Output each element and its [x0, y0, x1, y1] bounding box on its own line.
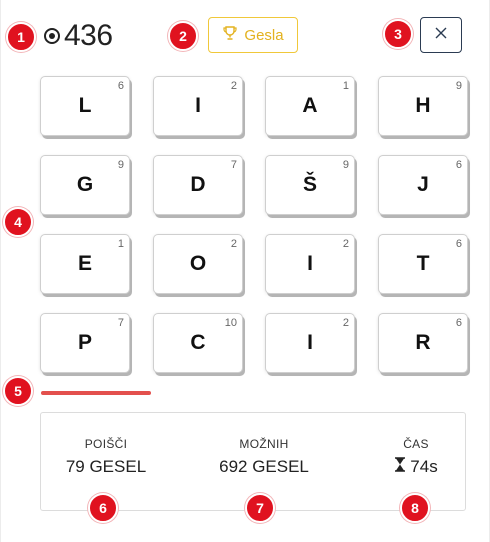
- callout-marker: 8: [400, 493, 430, 523]
- found-value: 79 GESEL: [65, 457, 147, 476]
- letter-tile[interactable]: O2: [154, 235, 242, 293]
- close-button[interactable]: [420, 17, 462, 53]
- tile-points: 2: [230, 238, 237, 250]
- letter-tile[interactable]: T6: [379, 235, 467, 293]
- tile-points: 6: [455, 238, 462, 250]
- letter-tile[interactable]: I2: [154, 77, 242, 135]
- letter-tile[interactable]: R6: [379, 314, 467, 372]
- trophy-icon: [222, 25, 238, 45]
- tile-points: 2: [230, 80, 237, 92]
- tile-letter: O: [189, 252, 207, 275]
- callout-marker: 6: [88, 493, 118, 523]
- tile-points: 6: [455, 159, 462, 171]
- tile-points: 2: [342, 317, 349, 329]
- time-stat: ČAS 74s: [381, 437, 451, 477]
- tile-letter: G: [76, 173, 94, 196]
- letter-tile[interactable]: Š9: [266, 156, 354, 214]
- callout-marker: 5: [3, 376, 33, 406]
- tile-points: 7: [117, 317, 124, 329]
- tile-points: 7: [230, 159, 237, 171]
- tile-letter: H: [415, 94, 431, 117]
- score-display: 436: [44, 17, 113, 55]
- tile-letter: A: [302, 94, 318, 117]
- time-value: 74s: [410, 457, 438, 476]
- letter-tile[interactable]: L6: [41, 77, 129, 135]
- time-remaining-bar: [41, 391, 151, 395]
- hourglass-icon: [394, 457, 406, 477]
- time-label: ČAS: [403, 437, 429, 451]
- words-button[interactable]: Gesla: [208, 17, 298, 53]
- letter-tile[interactable]: I2: [266, 314, 354, 372]
- score-value: 436: [64, 19, 113, 52]
- tile-letter: R: [415, 331, 431, 354]
- tile-points: 10: [224, 317, 237, 329]
- letter-tile[interactable]: D7: [154, 156, 242, 214]
- tile-letter: D: [190, 173, 206, 196]
- tile-letter: E: [77, 252, 92, 275]
- close-icon: [434, 26, 448, 45]
- tile-letter: Š: [302, 173, 317, 196]
- letter-tile[interactable]: C 10: [154, 314, 242, 372]
- tile-letter: I: [307, 252, 313, 275]
- tile-points: 9: [342, 159, 349, 171]
- possible-value: 692 GESEL: [219, 457, 309, 476]
- callout-marker: 3: [383, 19, 413, 49]
- letter-tile[interactable]: H9: [379, 77, 467, 135]
- target-icon: [44, 28, 60, 44]
- tile-points: 6: [117, 80, 124, 92]
- possible-label: MOŽNIH: [239, 437, 289, 451]
- callout-marker: 7: [245, 493, 275, 523]
- tile-points: 2: [342, 238, 349, 250]
- letter-tile[interactable]: I2: [266, 235, 354, 293]
- tile-points: 1: [342, 80, 349, 92]
- tile-points: 9: [455, 80, 462, 92]
- tile-letter: L: [78, 94, 92, 117]
- tile-letter: I: [307, 331, 313, 354]
- letter-tile[interactable]: E1: [41, 235, 129, 293]
- letter-tile[interactable]: P7: [41, 314, 129, 372]
- tile-points: 9: [117, 159, 124, 171]
- possible-stat: MOŽNIH 692 GESEL: [209, 437, 319, 477]
- letter-tile[interactable]: J6: [379, 156, 467, 214]
- time-value-row: 74s: [381, 457, 451, 477]
- words-button-label: Gesla: [244, 26, 284, 44]
- tile-letter: T: [416, 252, 430, 275]
- tile-letter: I: [195, 94, 201, 117]
- tile-points: 1: [117, 238, 124, 250]
- callout-marker: 4: [3, 207, 33, 237]
- callout-marker: 1: [6, 22, 36, 52]
- letter-tile[interactable]: G9: [41, 156, 129, 214]
- found-label: POIŠČI: [84, 437, 128, 451]
- letter-tile[interactable]: A1: [266, 77, 354, 135]
- tile-letter: P: [77, 331, 92, 354]
- tile-points: 6: [455, 317, 462, 329]
- found-stat: POIŠČI 79 GESEL: [63, 437, 149, 477]
- tile-letter: J: [417, 173, 429, 196]
- callout-marker: 2: [168, 21, 198, 51]
